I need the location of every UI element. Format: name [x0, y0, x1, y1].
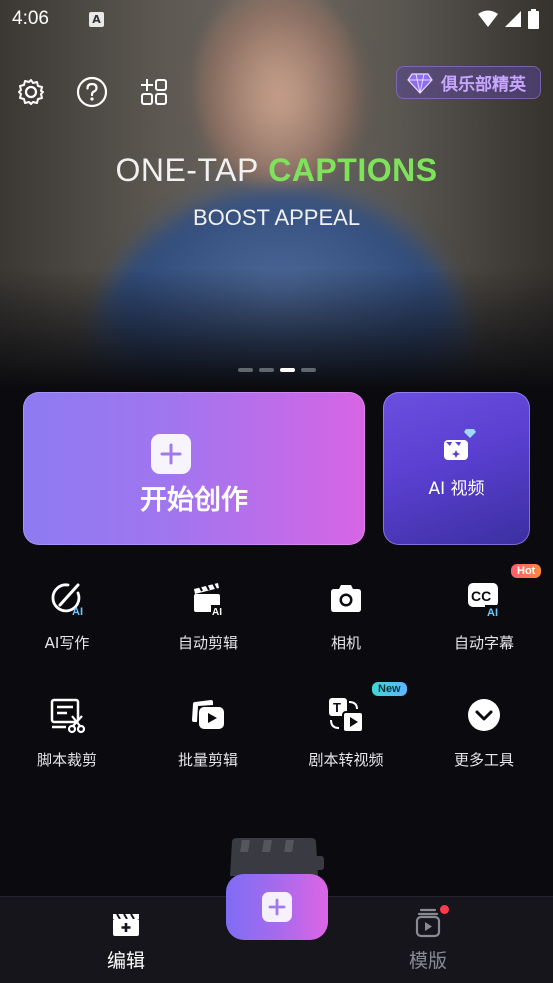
clapperboard-icon: [113, 913, 139, 936]
nav-templates-tab[interactable]: 模版: [378, 908, 478, 973]
hero-title: ONE-TAP CAPTIONS: [0, 152, 553, 189]
status-time: 4:06: [12, 8, 49, 29]
svg-text:AI: AI: [487, 607, 498, 617]
svg-text:CC: CC: [471, 588, 491, 604]
nav-edit-tab[interactable]: 编辑: [76, 908, 176, 973]
svg-text:AI: AI: [212, 607, 222, 617]
carousel-dot-active: [280, 368, 295, 372]
diamond-icon: [407, 72, 433, 94]
battery-icon: [528, 9, 539, 29]
tool-label: 脚本裁剪: [36, 751, 97, 769]
script-cut-icon: [47, 695, 87, 735]
tool-label: 批量剪辑: [177, 751, 238, 769]
start-create-label: 开始创作: [140, 485, 248, 516]
script-to-video-icon: T: [326, 695, 366, 735]
tool-auto-edit[interactable]: AI 自动剪辑: [148, 578, 268, 653]
tool-label: AI写作: [44, 634, 90, 652]
settings-icon[interactable]: [15, 76, 47, 108]
batch-edit-icon: [188, 695, 228, 735]
tool-auto-captions[interactable]: CC AI 自动字幕: [424, 578, 544, 653]
start-create-button[interactable]: [23, 392, 365, 545]
hot-badge: Hot: [511, 564, 542, 578]
more-tools-icon: [464, 695, 504, 735]
nav-templates-label: 模版: [408, 950, 447, 972]
new-badge: New: [372, 682, 407, 696]
tool-label: 更多工具: [453, 751, 514, 769]
ai-video-icon: [444, 429, 476, 460]
notification-icon: A: [88, 11, 104, 27]
carousel-indicator: [238, 368, 316, 372]
hero-title-part1: ONE-TAP: [115, 152, 259, 188]
ai-write-icon: AI: [47, 578, 87, 618]
tool-ai-write[interactable]: AI AI写作: [7, 578, 127, 653]
status-bar: 4:06 A: [0, 0, 553, 38]
camera-icon: [326, 578, 366, 618]
carousel-dot: [259, 368, 274, 372]
templates-icon: [415, 908, 441, 938]
carousel-dot: [238, 368, 253, 372]
wifi-icon: [478, 10, 498, 27]
tool-script-cut[interactable]: 脚本裁剪: [7, 695, 127, 770]
ai-video-label: AI 视频: [428, 479, 485, 499]
tool-more-tools[interactable]: 更多工具: [424, 695, 544, 770]
apps-icon[interactable]: [138, 76, 170, 108]
nav-edit-label: 编辑: [106, 950, 145, 972]
tool-label: 相机: [330, 634, 361, 652]
auto-captions-icon: CC AI: [464, 578, 504, 618]
tool-label: 剧本转视频: [308, 751, 384, 769]
svg-text:AI: AI: [72, 606, 83, 617]
tool-camera[interactable]: 相机: [286, 578, 406, 653]
vip-label: 俱乐部精英: [441, 75, 526, 95]
create-fab-button[interactable]: [226, 874, 328, 940]
hero-banner[interactable]: [0, 0, 553, 388]
help-icon[interactable]: [76, 76, 108, 108]
status-indicators: [478, 9, 539, 29]
tool-batch-edit[interactable]: 批量剪辑: [148, 695, 268, 770]
tool-script-to-video[interactable]: T 剧本转视频: [286, 695, 406, 770]
notification-dot: [440, 905, 449, 914]
svg-text:T: T: [333, 700, 341, 715]
tool-label: 自动字幕: [453, 634, 514, 652]
ai-video-button[interactable]: [383, 392, 530, 545]
auto-edit-icon: AI: [188, 578, 228, 618]
tool-label: 自动剪辑: [177, 634, 238, 652]
hero-title-part2: CAPTIONS: [268, 152, 438, 188]
plus-icon: [262, 892, 292, 922]
signal-icon: [505, 11, 521, 27]
vip-club-badge[interactable]: 俱乐部精英: [396, 66, 541, 99]
hero-subtitle: BOOST APPEAL: [192, 205, 361, 230]
plus-icon: [151, 434, 191, 474]
carousel-dot: [301, 368, 316, 372]
